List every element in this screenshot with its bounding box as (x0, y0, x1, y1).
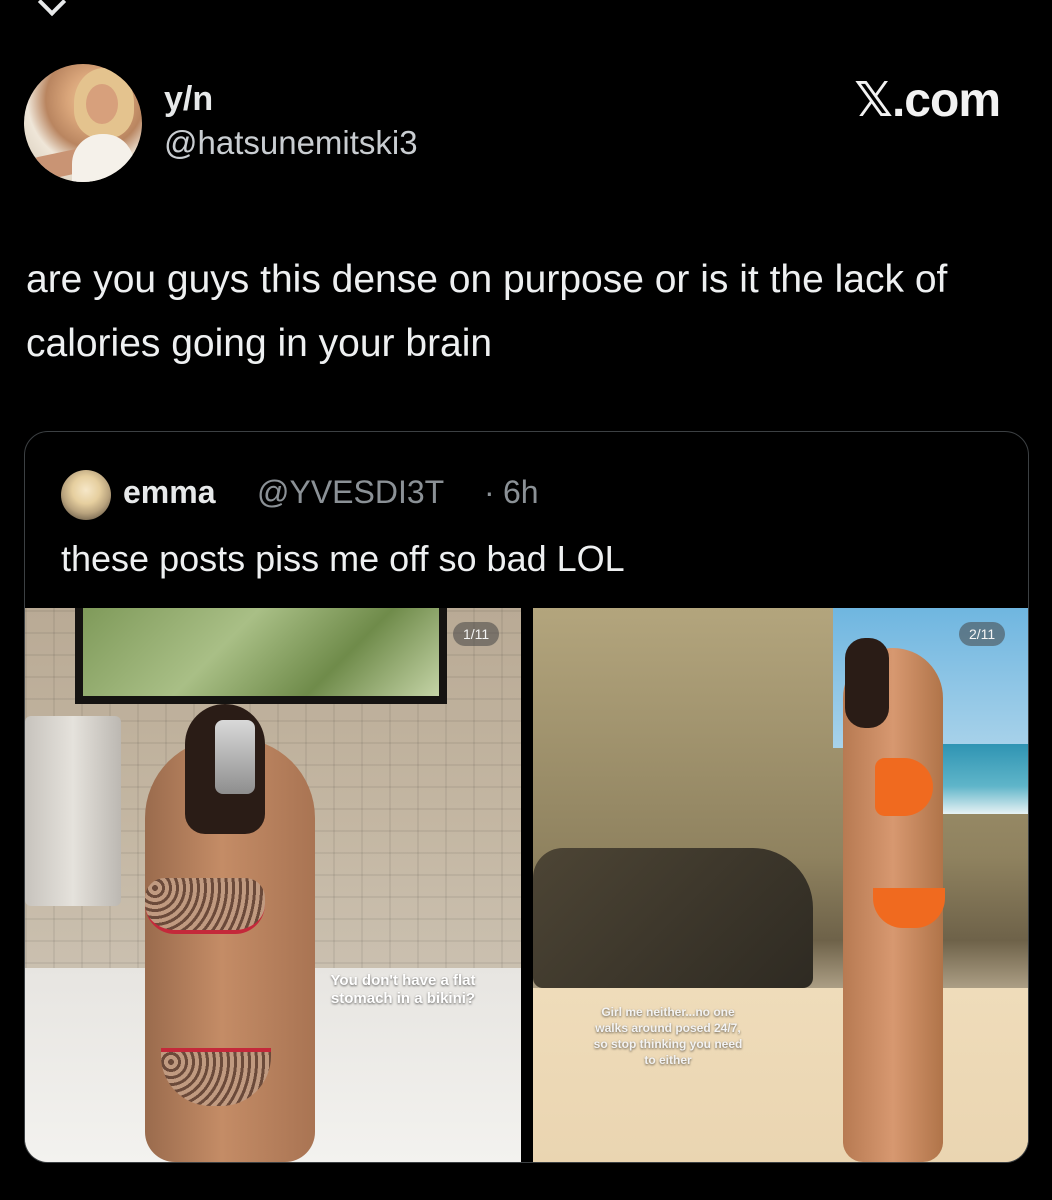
tweet-text: are you guys this dense on purpose or is… (26, 258, 948, 365)
author-display-name[interactable]: y/n (164, 80, 213, 119)
image-scene-detail (75, 608, 447, 704)
image-scene-detail (25, 716, 121, 906)
author-handle[interactable]: @hatsunemitski3 (164, 124, 418, 162)
carousel-counter-badge: 1/11 (453, 622, 500, 646)
avatar-photo-detail (86, 84, 118, 124)
media-image-1[interactable]: 1/11 You don't have a flat stomach in a … (25, 608, 521, 1162)
quoted-author-avatar[interactable] (61, 470, 111, 520)
image-scene-detail (875, 758, 933, 816)
image-caption-overlay: You don't have a flat stomach in a bikin… (330, 972, 476, 1007)
carousel-counter-badge: 2/11 (959, 622, 1006, 646)
image-caption-overlay: Girl me neither...no one walks around po… (593, 1005, 743, 1067)
quoted-author-display-name[interactable]: emma (123, 474, 216, 511)
quoted-author-handle[interactable]: @YVESDI3T (257, 474, 444, 511)
image-scene-detail (533, 848, 813, 988)
meta-separator: · (484, 474, 495, 510)
top-navigation-bar (0, 0, 1052, 17)
image-scene-detail (845, 638, 889, 728)
avatar-photo-detail (72, 134, 134, 182)
author-avatar[interactable] (24, 64, 142, 182)
quoted-post-time: 6h (503, 474, 539, 510)
image-scene-detail (215, 720, 255, 794)
image-scene-detail (145, 878, 265, 934)
quoted-post-media-grid: 1/11 You don't have a flat stomach in a … (25, 608, 1028, 1162)
x-logo-watermark: 𝕏.com (854, 74, 1001, 127)
back-chevron-icon[interactable] (37, 0, 67, 17)
quoted-post-text: these posts piss me off so bad LOL (61, 538, 625, 579)
quoted-post-card[interactable]: emma @YVESDI3T · 6h these posts piss me … (24, 431, 1029, 1163)
media-image-2[interactable]: 2/11 Girl me neither...no one walks arou… (533, 608, 1028, 1162)
